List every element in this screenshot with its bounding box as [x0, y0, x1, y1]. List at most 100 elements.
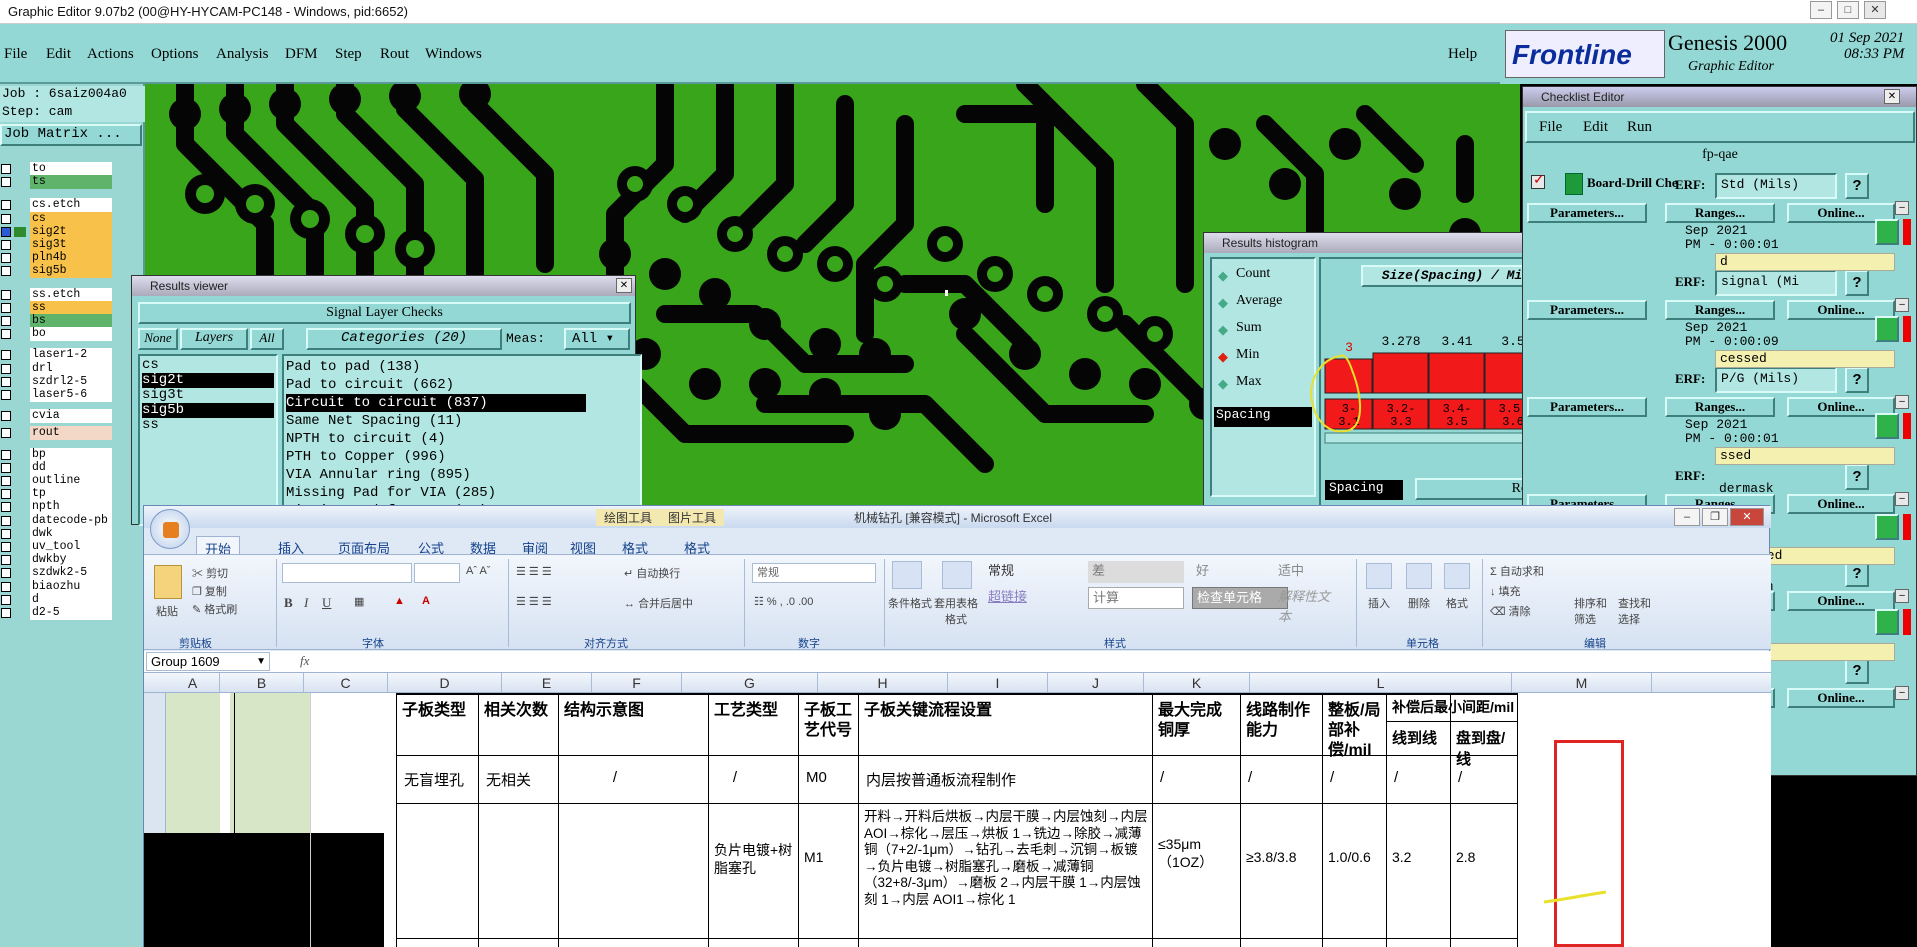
layer-list-item[interactable]: sig3t	[142, 388, 274, 403]
layer-checkbox[interactable]	[1, 568, 11, 579]
font-size-select[interactable]	[414, 563, 460, 583]
layer-checkbox[interactable]	[1, 489, 11, 500]
column-header[interactable]: B	[220, 673, 304, 693]
column-header[interactable]: K	[1144, 673, 1250, 693]
table-format-icon[interactable]	[942, 561, 972, 589]
bold-button[interactable]: B	[284, 595, 293, 611]
layer-row[interactable]: sig2t	[0, 224, 115, 239]
layer-row[interactable]: dwk	[0, 526, 115, 541]
layer-checkbox[interactable]	[1, 528, 11, 539]
excel-restore-button[interactable]: ❐	[1702, 508, 1728, 526]
layer-checkbox[interactable]	[1, 390, 11, 400]
layer-list-item[interactable]: cs	[142, 358, 274, 373]
category-list-item[interactable]: Same Net Spacing (11)	[286, 412, 586, 430]
layer-row[interactable]: laser5-6	[0, 388, 115, 402]
layer-checkbox[interactable]	[1, 449, 11, 460]
menu-edit[interactable]: Edit	[46, 46, 71, 63]
function-option[interactable]: ◆ Average	[1218, 292, 1314, 312]
fill-color-icon[interactable]: ▲	[394, 595, 405, 607]
erf-value[interactable]: signal (Mi	[1715, 270, 1837, 296]
percent-icon[interactable]: ☷ % , .0 .00	[754, 595, 813, 608]
conditional-format-icon[interactable]	[892, 561, 922, 589]
column-header[interactable]: M	[1512, 673, 1652, 693]
layer-row[interactable]: drl	[0, 361, 115, 376]
layer-checkbox[interactable]	[1, 555, 11, 566]
layer-checkbox[interactable]	[1, 411, 11, 422]
layer-checkbox[interactable]	[1, 594, 11, 605]
function-option[interactable]: ◆ Count	[1218, 265, 1314, 285]
menu-analysis[interactable]: Analysis	[216, 46, 269, 63]
erf-value[interactable]: P/G (Mils)	[1715, 367, 1837, 393]
layer-row[interactable]: rout	[0, 426, 115, 441]
layer-row[interactable]: bo	[0, 327, 115, 342]
category-list-item[interactable]: Circuit to circuit (837)	[286, 394, 586, 412]
layer-checkbox[interactable]	[1, 476, 11, 486]
close-icon[interactable]: ✕	[1884, 89, 1900, 104]
category-list-item[interactable]: Missing Pad for VIA (285)	[286, 484, 586, 502]
help-icon[interactable]: ?	[1845, 367, 1869, 393]
column-header[interactable]: G	[682, 673, 818, 693]
layer-checkbox[interactable]	[1, 329, 11, 340]
paste-icon[interactable]	[154, 565, 182, 599]
menu-help[interactable]: Help	[1448, 46, 1477, 63]
copy-button[interactable]: ❐ 复制	[192, 583, 227, 599]
category-list-item[interactable]: VIA Annular ring (895)	[286, 466, 586, 484]
column-header[interactable]: I	[948, 673, 1048, 693]
layer-row[interactable]: laser1-2	[0, 348, 115, 363]
format-cells-icon[interactable]	[1444, 563, 1470, 589]
column-header[interactable]: C	[304, 673, 388, 693]
column-header[interactable]: E	[502, 673, 592, 693]
cell-style[interactable]: 超链接	[984, 587, 1080, 609]
layer-checkbox[interactable]	[1, 266, 11, 277]
layer-row[interactable]: biaozhu	[0, 579, 115, 594]
clear-button[interactable]: ⌫ 清除	[1490, 603, 1531, 619]
erf-value[interactable]: Std (Mils)	[1715, 173, 1837, 199]
parameters-button[interactable]: Parameters...	[1527, 397, 1647, 417]
layer-row[interactable]: d	[0, 592, 115, 607]
menu-rout[interactable]: Rout	[380, 46, 409, 63]
layer-row[interactable]: tp	[0, 487, 115, 502]
maximize-button[interactable]: □	[1837, 1, 1859, 19]
layer-checkbox[interactable]	[1, 302, 11, 313]
job-matrix-button[interactable]: Job Matrix ...	[0, 124, 142, 146]
parameters-button[interactable]: Parameters...	[1527, 300, 1647, 320]
autosum-button[interactable]: Σ 自动求和	[1490, 563, 1544, 579]
layer-row[interactable]: npth	[0, 500, 115, 515]
parameters-button[interactable]: Parameters...	[1527, 203, 1647, 223]
layer-checkbox[interactable]	[1, 226, 11, 237]
collapse-icon[interactable]: –	[1895, 298, 1909, 312]
function-option[interactable]: ◆ Sum	[1218, 319, 1314, 339]
underline-button[interactable]: U	[322, 595, 331, 611]
categories-button[interactable]: Categories (20)	[306, 328, 502, 350]
delete-cells-label[interactable]: 删除	[1408, 595, 1430, 611]
layer-checkbox[interactable]	[1, 350, 11, 361]
cell-style[interactable]: 差	[1088, 561, 1184, 583]
zoom-report-icon[interactable]	[1875, 316, 1899, 342]
excel-minimize-button[interactable]: –	[1674, 508, 1700, 526]
insert-cells-label[interactable]: 插入	[1368, 595, 1390, 611]
layer-checkbox[interactable]	[1, 462, 11, 473]
align-top-icon[interactable]: ☰ ☰ ☰	[516, 565, 552, 578]
layer-row[interactable]: datecode-pb	[0, 513, 115, 528]
layer-checkbox[interactable]	[1, 515, 11, 526]
conditional-format-label[interactable]: 条件格式	[888, 595, 932, 611]
zoom-report-icon[interactable]	[1875, 609, 1899, 635]
layer-list-item[interactable]: ss	[142, 418, 274, 433]
fx-icon[interactable]: fx	[300, 653, 309, 669]
border-icon[interactable]: ▦	[354, 595, 364, 608]
layer-row[interactable]: d2-5	[0, 606, 115, 620]
layer-checkbox[interactable]	[1, 213, 11, 224]
zoom-report-icon[interactable]	[1875, 413, 1899, 439]
layer-row[interactable]: szdwk2-5	[0, 566, 115, 581]
layer-checkbox[interactable]	[1, 581, 11, 592]
menu-dfm[interactable]: DFM	[285, 46, 318, 63]
formula-input[interactable]	[324, 652, 1764, 671]
help-icon[interactable]: ?	[1845, 173, 1869, 199]
meas-select[interactable]: All ▾	[564, 328, 630, 350]
format-painter-button[interactable]: ✎ 格式刷	[192, 601, 237, 617]
ranges-button[interactable]: Ranges...	[1665, 397, 1775, 417]
layer-row[interactable]: cs	[0, 211, 115, 226]
histogram-bar[interactable]	[1428, 352, 1485, 394]
layer-row[interactable]: cs.etch	[0, 198, 115, 213]
category-list-item[interactable]: Pad to circuit (662)	[286, 376, 586, 394]
